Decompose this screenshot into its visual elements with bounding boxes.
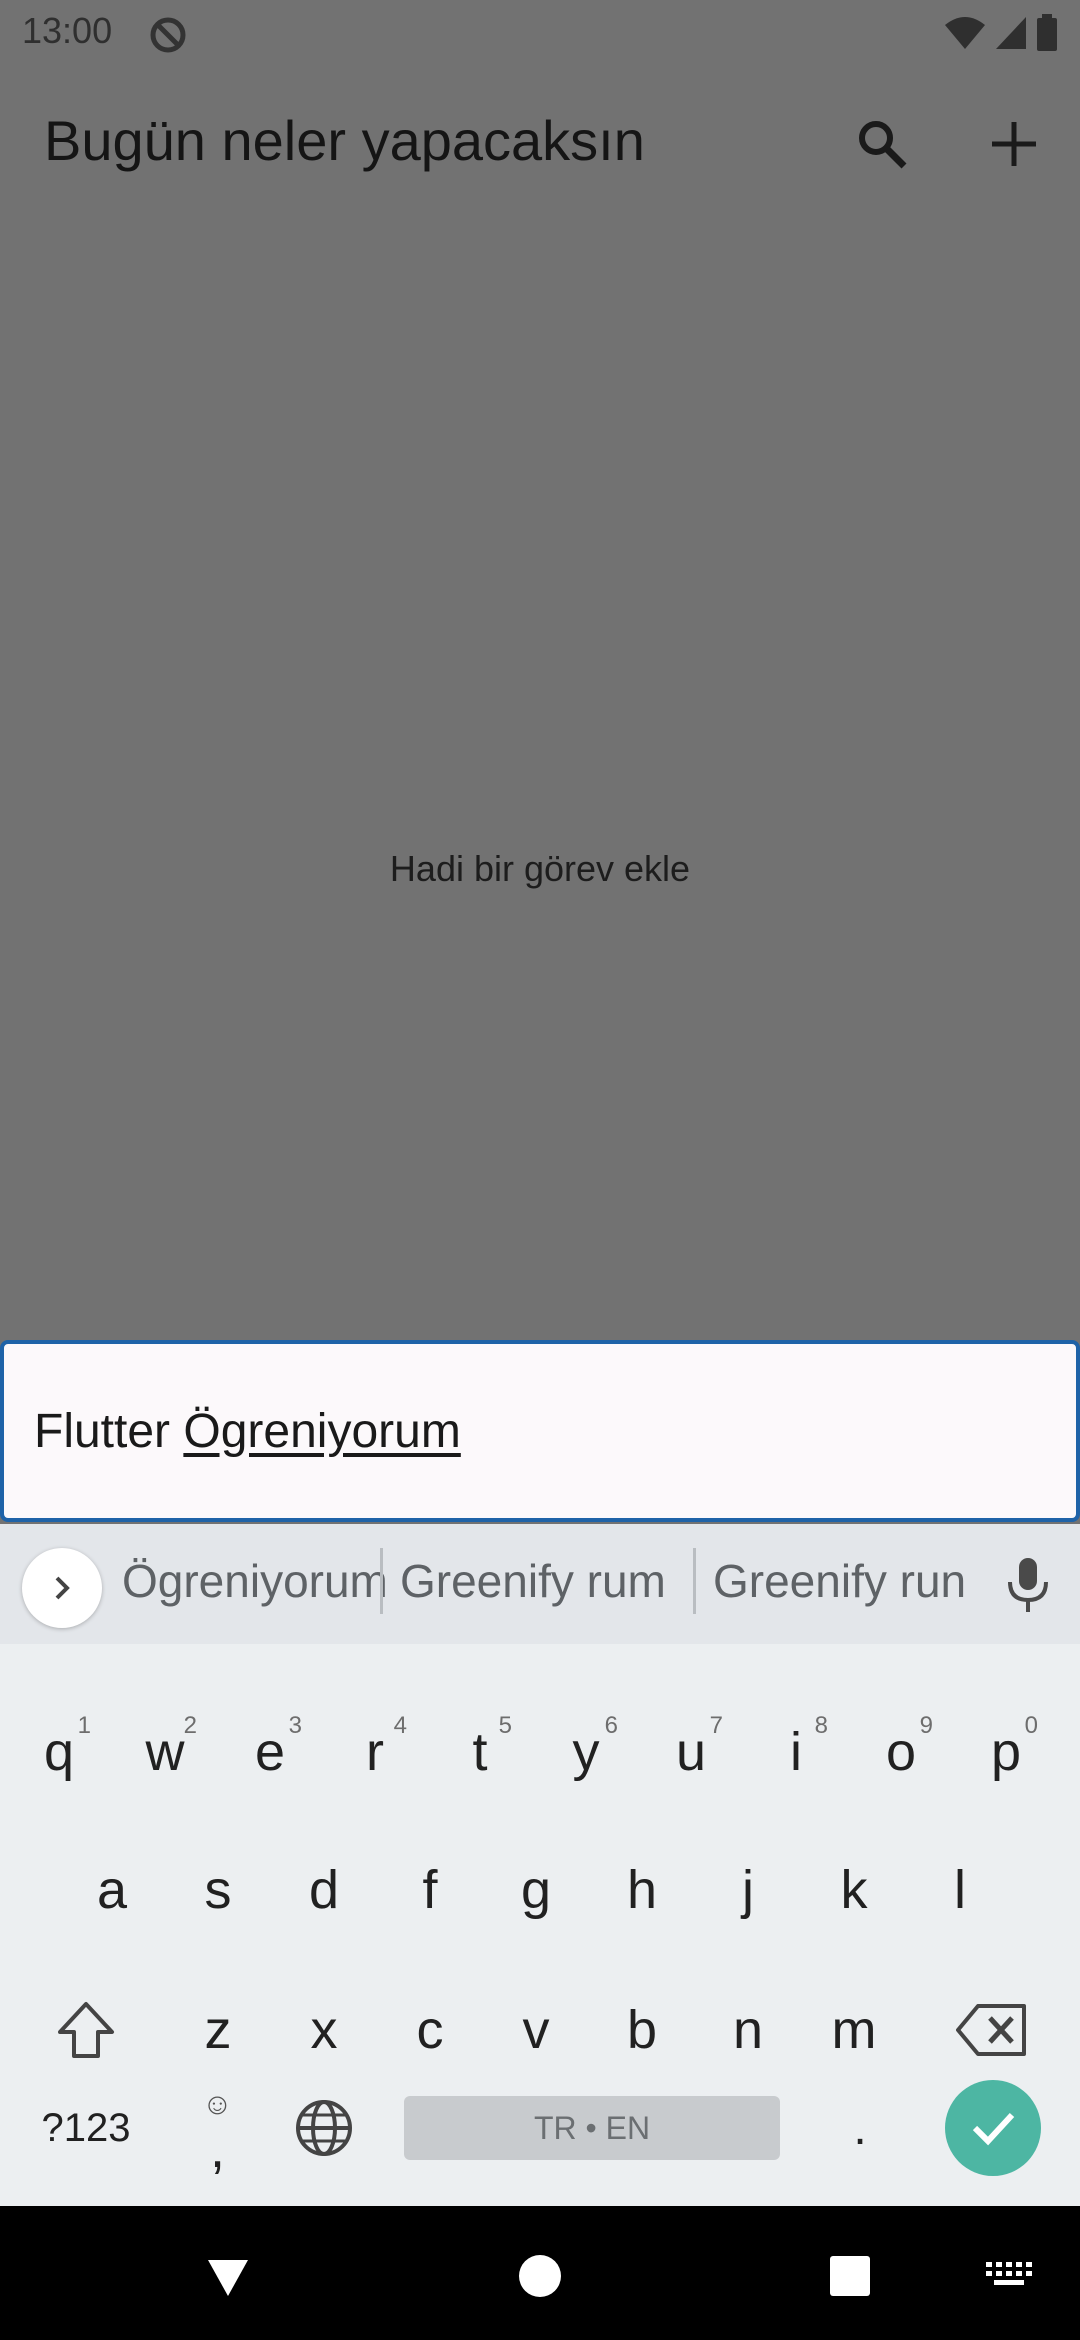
key-d[interactable]: d (274, 1830, 374, 1950)
keyboard-switch-icon[interactable] (980, 2246, 1040, 2306)
recents-icon[interactable] (820, 2246, 880, 2306)
task-input-field[interactable]: Flutter Ögreniyorum (0, 1340, 1080, 1522)
period-key[interactable]: . (810, 2068, 910, 2188)
suggestion-divider (380, 1548, 383, 1614)
done-key[interactable] (945, 2080, 1041, 2176)
input-prefix: Flutter (34, 1405, 184, 1458)
key-h[interactable]: h (592, 1830, 692, 1950)
wifi-icon (945, 17, 985, 49)
key-p[interactable]: p0 (956, 1692, 1056, 1812)
key-b[interactable]: b (592, 1970, 692, 2090)
key-k[interactable]: k (804, 1830, 904, 1950)
shift-icon (58, 2002, 114, 2058)
key-c[interactable]: c (380, 1970, 480, 2090)
key-v[interactable]: v (486, 1970, 586, 2090)
status-time: 13:00 (22, 10, 113, 51)
key-g[interactable]: g (486, 1830, 586, 1950)
suggestion-2[interactable]: Greenify rum (400, 1554, 666, 1608)
backspace-icon (956, 2004, 1026, 2056)
key-r[interactable]: r4 (325, 1692, 425, 1812)
navigation-bar (0, 2206, 1080, 2340)
globe-icon (296, 2100, 352, 2156)
key-e[interactable]: e3 (220, 1692, 320, 1812)
backspace-key[interactable] (942, 1970, 1042, 2090)
do-not-disturb-icon (150, 17, 186, 53)
symbols-key[interactable]: ?123 (36, 2068, 136, 2188)
space-key[interactable]: TR • EN (404, 2096, 780, 2160)
checkmark-icon (972, 2112, 1015, 2146)
language-switch-key[interactable] (274, 2068, 374, 2188)
suggestion-3[interactable]: Greenify run (713, 1554, 966, 1608)
microphone-icon[interactable] (1000, 1554, 1056, 1614)
key-l[interactable]: l (910, 1830, 1010, 1950)
empty-state-message: Hadi bir görev ekle (389, 848, 691, 889)
home-icon[interactable] (510, 2246, 570, 2306)
key-u[interactable]: u7 (641, 1692, 741, 1812)
key-s[interactable]: s (168, 1830, 268, 1950)
signal-icon (996, 17, 1026, 49)
search-icon[interactable] (852, 114, 912, 174)
status-bar: 13:00 (0, 0, 1080, 66)
key-j[interactable]: j (698, 1830, 798, 1950)
add-icon[interactable] (984, 114, 1044, 174)
emoji-icon: ☺ (202, 2088, 233, 2121)
key-i[interactable]: i8 (746, 1692, 846, 1812)
key-f[interactable]: f (380, 1830, 480, 1950)
page-title: Bugün neler yapacaksın (44, 109, 645, 172)
key-w[interactable]: w2 (115, 1692, 215, 1812)
key-q[interactable]: q1 (9, 1692, 109, 1812)
suggestion-1[interactable]: Ögreniyorum (122, 1554, 388, 1608)
soft-keyboard: q1 w2 e3 r4 t5 y6 u7 i8 o9 p0 a s d f g … (0, 1644, 1080, 2206)
battery-icon (1037, 14, 1057, 51)
app-bar: Bugün neler yapacaksın (0, 96, 1080, 186)
key-o[interactable]: o9 (851, 1692, 951, 1812)
comma-emoji-key[interactable]: ☺ , (168, 2068, 268, 2188)
key-n[interactable]: n (698, 1970, 798, 2090)
key-y[interactable]: y6 (536, 1692, 636, 1812)
chevron-right-icon (55, 1576, 70, 1600)
task-input-text: Flutter Ögreniyorum (34, 1404, 461, 1459)
back-icon[interactable] (198, 2246, 258, 2306)
suggestion-divider (693, 1548, 696, 1614)
key-t[interactable]: t5 (430, 1692, 530, 1812)
key-a[interactable]: a (62, 1830, 162, 1950)
suggestion-strip: Ögreniyorum Greenify rum Greenify run (0, 1524, 1080, 1644)
input-composing-word: Ögreniyorum (183, 1405, 461, 1458)
expand-toolbar-button[interactable] (22, 1548, 102, 1628)
